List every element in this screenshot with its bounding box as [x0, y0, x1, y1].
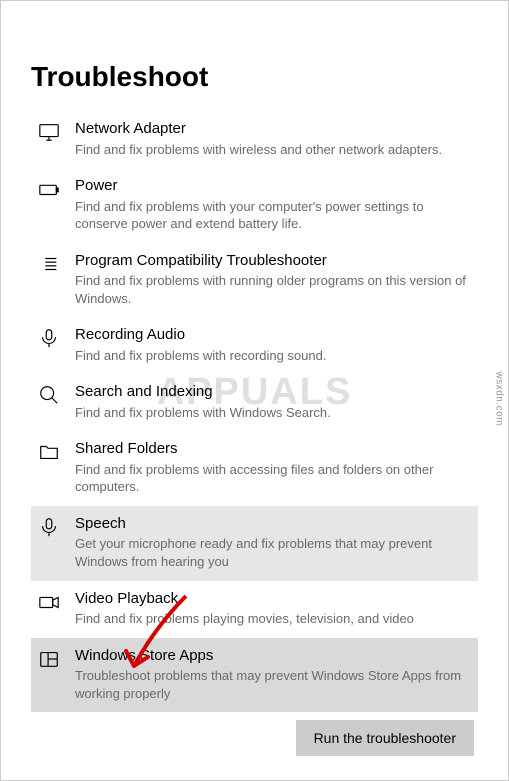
video-icon: [35, 589, 63, 613]
troubleshoot-item-program-compatibility[interactable]: Program Compatibility TroubleshooterFind…: [31, 243, 478, 318]
item-description: Find and fix problems with running older…: [75, 272, 474, 307]
source-label: wsxdn.com: [494, 371, 505, 426]
item-title: Shared Folders: [75, 439, 474, 459]
item-title: Network Adapter: [75, 119, 474, 139]
item-description: Get your microphone ready and fix proble…: [75, 535, 474, 570]
page-title: Troubleshoot: [31, 61, 478, 93]
troubleshoot-item-recording-audio[interactable]: Recording Audio Find and fix problems wit…: [31, 317, 478, 374]
item-description: Find and fix problems with your computer…: [75, 198, 474, 233]
folder-icon: [35, 439, 63, 463]
run-troubleshooter-button[interactable]: Run the troubleshooter: [296, 720, 474, 756]
item-description: Find and fix problems with accessing fil…: [75, 461, 474, 496]
item-description: Find and fix problems with recording sou…: [75, 347, 474, 365]
item-description: Find and fix problems with wireless and …: [75, 141, 474, 159]
item-title: Recording Audio: [75, 325, 474, 345]
microphone-icon: [35, 514, 63, 538]
item-title: Power: [75, 176, 474, 196]
store-icon: [35, 646, 63, 670]
battery-icon: [35, 176, 63, 200]
item-description: Find and fix problems with Windows Searc…: [75, 404, 474, 422]
list-icon: [35, 251, 63, 275]
item-title: Search and Indexing: [75, 382, 474, 402]
troubleshoot-item-video-playback[interactable]: Video PlaybackFind and fix problems play…: [31, 581, 478, 638]
troubleshoot-item-search-indexing[interactable]: Search and Indexing Find and fix problems…: [31, 374, 478, 431]
troubleshoot-item-network-adapter[interactable]: Network Adapter Find and fix problems wit…: [31, 111, 478, 168]
troubleshoot-item-shared-folders[interactable]: Shared FoldersFind and fix problems with…: [31, 431, 478, 506]
search-icon: [35, 382, 63, 406]
item-description: Troubleshoot problems that may prevent W…: [75, 667, 474, 702]
item-title: Speech: [75, 514, 474, 534]
item-description: Find and fix problems playing movies, te…: [75, 610, 474, 628]
item-title: Windows Store Apps: [75, 646, 474, 666]
troubleshoot-item-speech[interactable]: SpeechGet your microphone ready and fix …: [31, 506, 478, 581]
item-title: Program Compatibility Troubleshooter: [75, 251, 474, 271]
troubleshoot-item-windows-store-apps[interactable]: Windows Store AppsTroubleshoot problems …: [31, 638, 478, 713]
troubleshoot-item-power[interactable]: PowerFind and fix problems with your com…: [31, 168, 478, 243]
item-title: Video Playback: [75, 589, 474, 609]
microphone-icon: [35, 325, 63, 349]
monitor-icon: [35, 119, 63, 143]
